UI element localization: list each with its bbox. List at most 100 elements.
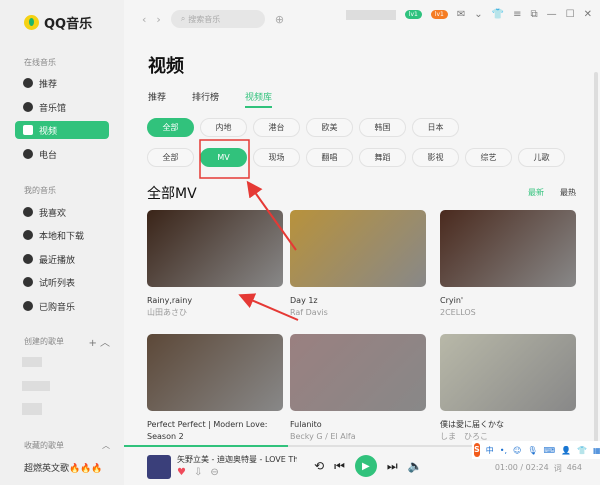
filter-type-mv[interactable]: MV bbox=[200, 148, 247, 167]
video-card[interactable]: Rainy,rainy 山田あさひ bbox=[147, 210, 283, 319]
download-icon[interactable]: ⇩ bbox=[194, 467, 202, 478]
filter-region-all[interactable]: 全部 bbox=[147, 118, 194, 137]
video-artist[interactable]: 山田あさひ bbox=[147, 307, 283, 319]
green-level-badge[interactable]: lv1 bbox=[404, 10, 422, 19]
filter-region-korea[interactable]: 韩国 bbox=[359, 118, 406, 137]
mic-icon[interactable]: 🎙 bbox=[527, 446, 537, 455]
scrollbar[interactable] bbox=[594, 72, 598, 442]
tab-recommend[interactable]: 推荐 bbox=[148, 90, 166, 108]
playlist-blurred[interactable] bbox=[22, 357, 42, 367]
filter-type-all[interactable]: 全部 bbox=[147, 148, 194, 167]
emoji-icon[interactable]: ☺ bbox=[513, 446, 521, 455]
minimize-icon[interactable]: — bbox=[547, 9, 557, 20]
filter-type-cover[interactable]: 翻唱 bbox=[306, 148, 353, 167]
user-avatar-blurred[interactable] bbox=[345, 9, 396, 20]
filter-type-dance[interactable]: 舞蹈 bbox=[359, 148, 406, 167]
forward-icon[interactable]: › bbox=[156, 13, 160, 26]
sort-hottest[interactable]: 最热 bbox=[560, 187, 576, 198]
sidebar-item-favorites[interactable]: 我喜欢 bbox=[15, 203, 109, 221]
heart-icon[interactable]: ♥ bbox=[177, 467, 186, 478]
video-artist[interactable]: Raf Davis bbox=[290, 307, 426, 319]
volume-icon[interactable]: 🔈 bbox=[408, 459, 423, 473]
mini-mode-icon[interactable]: ⧉ bbox=[531, 9, 538, 20]
queue-count[interactable]: 464 bbox=[567, 463, 582, 474]
tab-video-library[interactable]: 视频库 bbox=[245, 90, 273, 108]
video-title[interactable]: Day 1z bbox=[290, 295, 426, 307]
filter-region-japan[interactable]: 日本 bbox=[412, 118, 459, 137]
app-logo[interactable]: QQ音乐 bbox=[24, 13, 92, 32]
label: 本地和下载 bbox=[39, 231, 85, 242]
sidebar-item-music-hall[interactable]: 音乐馆 bbox=[15, 98, 109, 116]
toolbox-icon[interactable]: ▦ bbox=[593, 446, 600, 455]
tab-charts[interactable]: 排行榜 bbox=[192, 90, 219, 108]
playback-progress[interactable] bbox=[124, 445, 288, 447]
chevron-down-icon[interactable]: ⌄ bbox=[474, 9, 482, 20]
user-icon[interactable]: 👤 bbox=[561, 446, 571, 455]
mail-icon[interactable]: ✉ bbox=[457, 9, 465, 20]
sogou-logo-icon[interactable]: S bbox=[474, 443, 480, 457]
video-card[interactable]: Fulanito Becky G / El Alfa bbox=[290, 334, 426, 443]
add-playlist-icon[interactable]: + ︿ bbox=[88, 334, 110, 349]
repeat-icon[interactable]: ⟲ bbox=[314, 459, 324, 473]
close-icon[interactable]: ✕ bbox=[584, 9, 592, 20]
collapse-icon[interactable]: ︿ bbox=[102, 440, 110, 451]
video-card[interactable]: Day 1z Raf Davis bbox=[290, 210, 426, 319]
sidebar-item-recommend[interactable]: 推荐 bbox=[15, 74, 109, 92]
sidebar-item-trial-list[interactable]: 试听列表 bbox=[15, 273, 109, 291]
search-input[interactable]: ⌕ 搜索音乐 bbox=[170, 10, 265, 28]
lyrics-button[interactable]: 词 bbox=[554, 463, 562, 474]
sidebar-item-purchased[interactable]: 已购音乐 bbox=[15, 297, 109, 315]
filter-type-kids[interactable]: 儿歌 bbox=[518, 148, 565, 167]
video-artist[interactable]: Becky G / El Alfa bbox=[290, 431, 426, 443]
video-thumbnail[interactable] bbox=[290, 210, 426, 287]
filter-type-film[interactable]: 影视 bbox=[412, 148, 459, 167]
track-title[interactable]: 矢野立美 - 迪迦奥特曼 - LOVE Ther bbox=[177, 454, 297, 465]
filter-type-live[interactable]: 现场 bbox=[253, 148, 300, 167]
ime-lang[interactable]: 中 bbox=[486, 445, 494, 456]
video-artist[interactable]: 2CELLOS bbox=[440, 307, 576, 319]
video-title[interactable]: Perfect Perfect | Modern Love: Season 2 bbox=[147, 419, 283, 443]
play-button[interactable]: ▶ bbox=[354, 455, 377, 477]
video-title[interactable]: Fulanito bbox=[290, 419, 426, 431]
more-icon[interactable]: ⊖ bbox=[210, 467, 218, 478]
video-card[interactable]: Perfect Perfect | Modern Love: Season 2 bbox=[147, 334, 283, 443]
keyboard-icon[interactable]: ⌨ bbox=[544, 446, 556, 455]
sidebar-item-video[interactable]: 视频 bbox=[15, 121, 109, 139]
video-title[interactable]: Cryin' bbox=[440, 295, 576, 307]
sidebar-item-radio[interactable]: 电台 bbox=[15, 145, 109, 163]
video-thumbnail[interactable] bbox=[290, 334, 426, 411]
video-thumbnail[interactable] bbox=[147, 334, 283, 411]
filter-type-variety[interactable]: 综艺 bbox=[465, 148, 512, 167]
maximize-icon[interactable]: ☐ bbox=[566, 9, 575, 20]
back-icon[interactable]: ‹ bbox=[142, 13, 146, 26]
playlist-blurred[interactable] bbox=[22, 381, 50, 391]
skin-icon[interactable]: 👕 bbox=[577, 446, 587, 455]
label: 推荐 bbox=[39, 79, 58, 90]
next-icon[interactable]: ⏭ bbox=[387, 459, 398, 474]
sort-newest[interactable]: 最新 bbox=[528, 187, 544, 198]
video-title[interactable]: 僕は愛に届くかな bbox=[440, 419, 576, 431]
collected-playlist[interactable]: 超燃英文歌🔥🔥🔥 bbox=[24, 461, 103, 474]
topbar: ‹ › ⌕ 搜索音乐 ⊕ bbox=[142, 10, 284, 28]
menu-icon[interactable]: ≡ bbox=[513, 9, 521, 20]
punctuation-icon[interactable]: •, bbox=[500, 446, 507, 455]
music-note-icon bbox=[23, 102, 33, 112]
skin-icon[interactable]: 👕 bbox=[492, 9, 504, 20]
video-thumbnail[interactable] bbox=[440, 334, 576, 411]
video-title[interactable]: Rainy,rainy bbox=[147, 295, 283, 307]
video-thumbnail[interactable] bbox=[147, 210, 283, 287]
filter-region-mainland[interactable]: 内地 bbox=[200, 118, 247, 137]
video-thumbnail[interactable] bbox=[440, 210, 576, 287]
video-card[interactable]: Cryin' 2CELLOS bbox=[440, 210, 576, 319]
download-icon[interactable]: ⊕ bbox=[275, 13, 284, 26]
playlist-blurred[interactable] bbox=[22, 403, 42, 415]
filter-region-western[interactable]: 欧美 bbox=[306, 118, 353, 137]
filter-region-hktw[interactable]: 港台 bbox=[253, 118, 300, 137]
video-card[interactable]: 僕は愛に届くかな しま ひろこ bbox=[440, 334, 576, 443]
sidebar-item-local[interactable]: 本地和下载 bbox=[15, 226, 109, 244]
album-cover[interactable] bbox=[147, 455, 171, 479]
previous-icon[interactable]: ⏮ bbox=[334, 459, 345, 474]
orange-level-badge[interactable]: lv1 bbox=[430, 10, 448, 19]
section-label-created: 创建的歌单 + ︿ bbox=[24, 334, 110, 349]
sidebar-item-recent[interactable]: 最近播放 bbox=[15, 250, 109, 268]
